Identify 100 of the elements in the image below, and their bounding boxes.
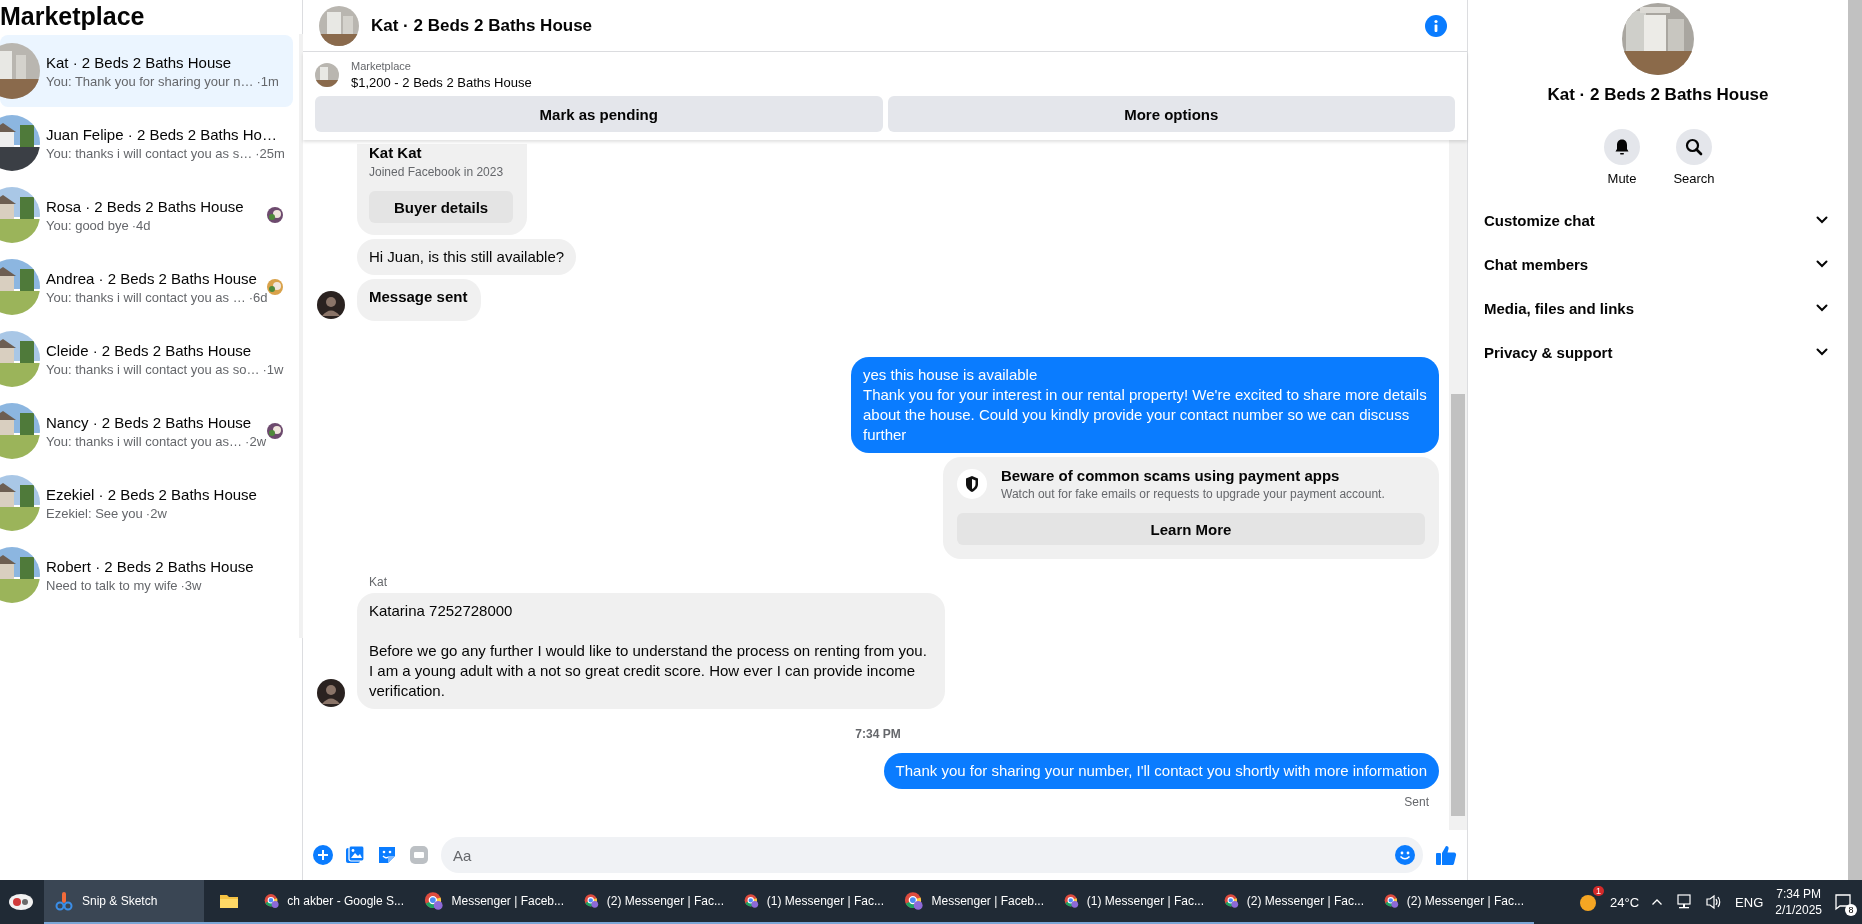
scrollbar[interactable] (1449, 140, 1467, 830)
conversation-item[interactable]: Robert · 2 Beds 2 Baths House Need to talk to my wife ·3w (0, 539, 294, 611)
section-header[interactable]: Media, files and links (1484, 286, 1832, 330)
message-bubble: Katarina 7252728000 Before we go any further I would like to understand the process on renting from you. I am a young adult with a not so great credit score. How ever I can provide income verification. (357, 593, 945, 709)
search-button[interactable] (1676, 129, 1712, 165)
notice-title: Beware of common scams using payment apps (1001, 467, 1341, 484)
plus-icon[interactable] (313, 845, 333, 865)
message-preview: Ezekiel: See you (46, 505, 143, 521)
temperature: 24°C (1610, 894, 1640, 910)
buyer-details-button[interactable]: Buyer details (369, 191, 514, 223)
taskbar-button[interactable]: ch akber - Google S... (254, 880, 414, 924)
buyer-joined: Joined Facebook in 2023 (369, 165, 505, 179)
message-time: ·2w (145, 505, 167, 521)
message-time: ·1m (256, 73, 279, 89)
taskbar-button[interactable]: Snip & Sketch (44, 880, 204, 924)
action-label: Search (1673, 171, 1715, 186)
sidebar-title: Marketplace (0, 1, 146, 32)
message-preview: You: thanks i will contact you as… (46, 433, 243, 449)
listing-source: Marketplace (351, 60, 412, 72)
section-header[interactable]: Privacy & support (1484, 330, 1832, 374)
notifications-icon[interactable] (1834, 893, 1852, 911)
timestamp: 7:34 PM (855, 727, 901, 741)
section-header[interactable]: Chat members (1484, 242, 1832, 286)
message-time: ·4d (131, 217, 151, 233)
browser-icon (424, 890, 444, 912)
chat-title: Kat · 2 Beds 2 Baths House (371, 15, 594, 36)
listing-action-button[interactable]: More options (887, 96, 1455, 132)
folder-icon (219, 892, 239, 910)
browser-icon (904, 890, 924, 912)
taskbar-button[interactable]: (1) Messenger | Fac... (1054, 880, 1214, 924)
message-preview: You: thanks i will contact you as so… (46, 361, 260, 377)
conversation-name: Juan Felipe · 2 Beds 2 Baths Ho… (46, 125, 278, 143)
notification-count: 8 (1845, 904, 1857, 916)
info-icon[interactable] (1425, 14, 1447, 37)
message-time: ·3w (180, 577, 202, 593)
network-icon[interactable] (1675, 894, 1694, 910)
message-time: ·25m (255, 145, 285, 161)
conversation-name: Robert · 2 Beds 2 Baths House (46, 557, 255, 575)
weather-badge: 1 (1593, 886, 1605, 896)
like-icon[interactable] (1435, 844, 1457, 866)
message-preview: You: thanks i will contact you as … (46, 289, 246, 305)
conversation-item[interactable]: Ezekiel · 2 Beds 2 Baths House Ezekiel: See you ·2w (0, 467, 294, 539)
chevron-up-icon[interactable] (1651, 898, 1664, 906)
taskbar-button[interactable]: (2) Messenger | Fac... (574, 880, 734, 924)
message-bubble: yes this house is available Thank you for your interest in our rental property! We're excited to share more details about the house. Could you kindly provide your contact number so we can discuss further (851, 357, 1439, 453)
message-preview: You: Thank you for sharing your n… (46, 73, 254, 89)
message-bubble: Message sent (357, 279, 482, 321)
chevron-icon (1816, 216, 1828, 224)
conversation-name: Kat · 2 Beds 2 Baths House (46, 53, 233, 71)
emoji-icon[interactable] (1395, 845, 1415, 865)
conversation-name: Rosa · 2 Beds 2 Baths House (46, 197, 245, 215)
message-input[interactable]: Aa (441, 837, 1423, 873)
chevron-icon (1816, 348, 1828, 356)
taskbar-button[interactable]: Messenger | Faceb... (894, 880, 1054, 924)
listing-action-button[interactable]: Mark as pending (315, 96, 883, 132)
conversation-name: Nancy · 2 Beds 2 Baths House (46, 413, 253, 431)
delivery-status: Sent (1404, 795, 1429, 809)
learn-more-button[interactable]: Learn More (957, 513, 1425, 545)
app-icon[interactable] (8, 891, 34, 913)
conversation-item[interactable]: Kat · 2 Beds 2 Baths House You: Thank you for sharing your n… ·1m (0, 35, 294, 107)
conversation-item[interactable]: Andrea · 2 Beds 2 Baths House You: thanks i will contact you as … ·6d (0, 251, 294, 323)
message-bubble: Hi Juan, is this still available? (357, 239, 577, 275)
chevron-icon (1816, 260, 1828, 268)
action-label: Mute (1607, 171, 1637, 186)
message-preview: You: thanks i will contact you as s… (46, 145, 253, 161)
search-icon (1685, 138, 1703, 156)
mute-button[interactable] (1604, 129, 1640, 165)
message-time: ·2w (245, 433, 267, 449)
buyer-name: Kat Kat (369, 144, 423, 161)
scrollbar[interactable] (299, 34, 304, 638)
sun-icon[interactable] (1578, 892, 1599, 912)
sticker-icon[interactable] (377, 845, 397, 865)
message-time: ·6d (248, 289, 268, 305)
clock[interactable]: 7:34 PM 2/1/2025 (1775, 886, 1822, 918)
conversation-name: Cleide · 2 Beds 2 Baths House (46, 341, 253, 359)
conversation-item[interactable]: Nancy · 2 Beds 2 Baths House You: thanks i will contact you as… ·2w (0, 395, 294, 467)
message-preview: You: good bye (46, 217, 129, 233)
conversation-name: Andrea · 2 Beds 2 Baths House (46, 269, 258, 287)
shield-icon (957, 469, 987, 499)
conversation-name: Ezekiel · 2 Beds 2 Baths House (46, 485, 258, 503)
chevron-icon (1816, 304, 1828, 312)
conversation-item[interactable]: Juan Felipe · 2 Beds 2 Baths Ho… You: thanks i will contact you as s… ·25m (0, 107, 294, 179)
conversation-item[interactable]: Cleide · 2 Beds 2 Baths House You: thanks i will contact you as so… ·1w (0, 323, 294, 395)
scissors-icon (54, 891, 74, 911)
message-time: ·1w (262, 361, 284, 377)
contact-name: Kat · 2 Beds 2 Baths House (1547, 85, 1769, 105)
section-header[interactable]: Customize chat (1484, 198, 1832, 242)
conversation-item[interactable]: Rosa · 2 Beds 2 Baths House You: good bye ·4d (0, 179, 294, 251)
taskbar-button[interactable]: (2) Messenger | Fac... (1374, 880, 1534, 924)
sender-name: Kat (368, 575, 387, 589)
photo-icon[interactable] (345, 845, 365, 865)
listing-title: $1,200 - 2 Beds 2 Baths House (351, 75, 532, 90)
message-preview: Need to talk to my wife (46, 577, 178, 593)
taskbar-button[interactable]: (1) Messenger | Fac... (734, 880, 894, 924)
taskbar-button[interactable]: Messenger | Faceb... (414, 880, 574, 924)
notice-text: Watch out for fake emails or requests to upgrade your payment account. (1001, 487, 1385, 501)
bell-icon (1613, 138, 1631, 156)
taskbar-button[interactable]: (2) Messenger | Fac... (1214, 880, 1374, 924)
message-bubble: Thank you for sharing your number, I'll contact you shortly with more information (883, 753, 1439, 789)
language-indicator[interactable]: ENG (1735, 894, 1764, 910)
